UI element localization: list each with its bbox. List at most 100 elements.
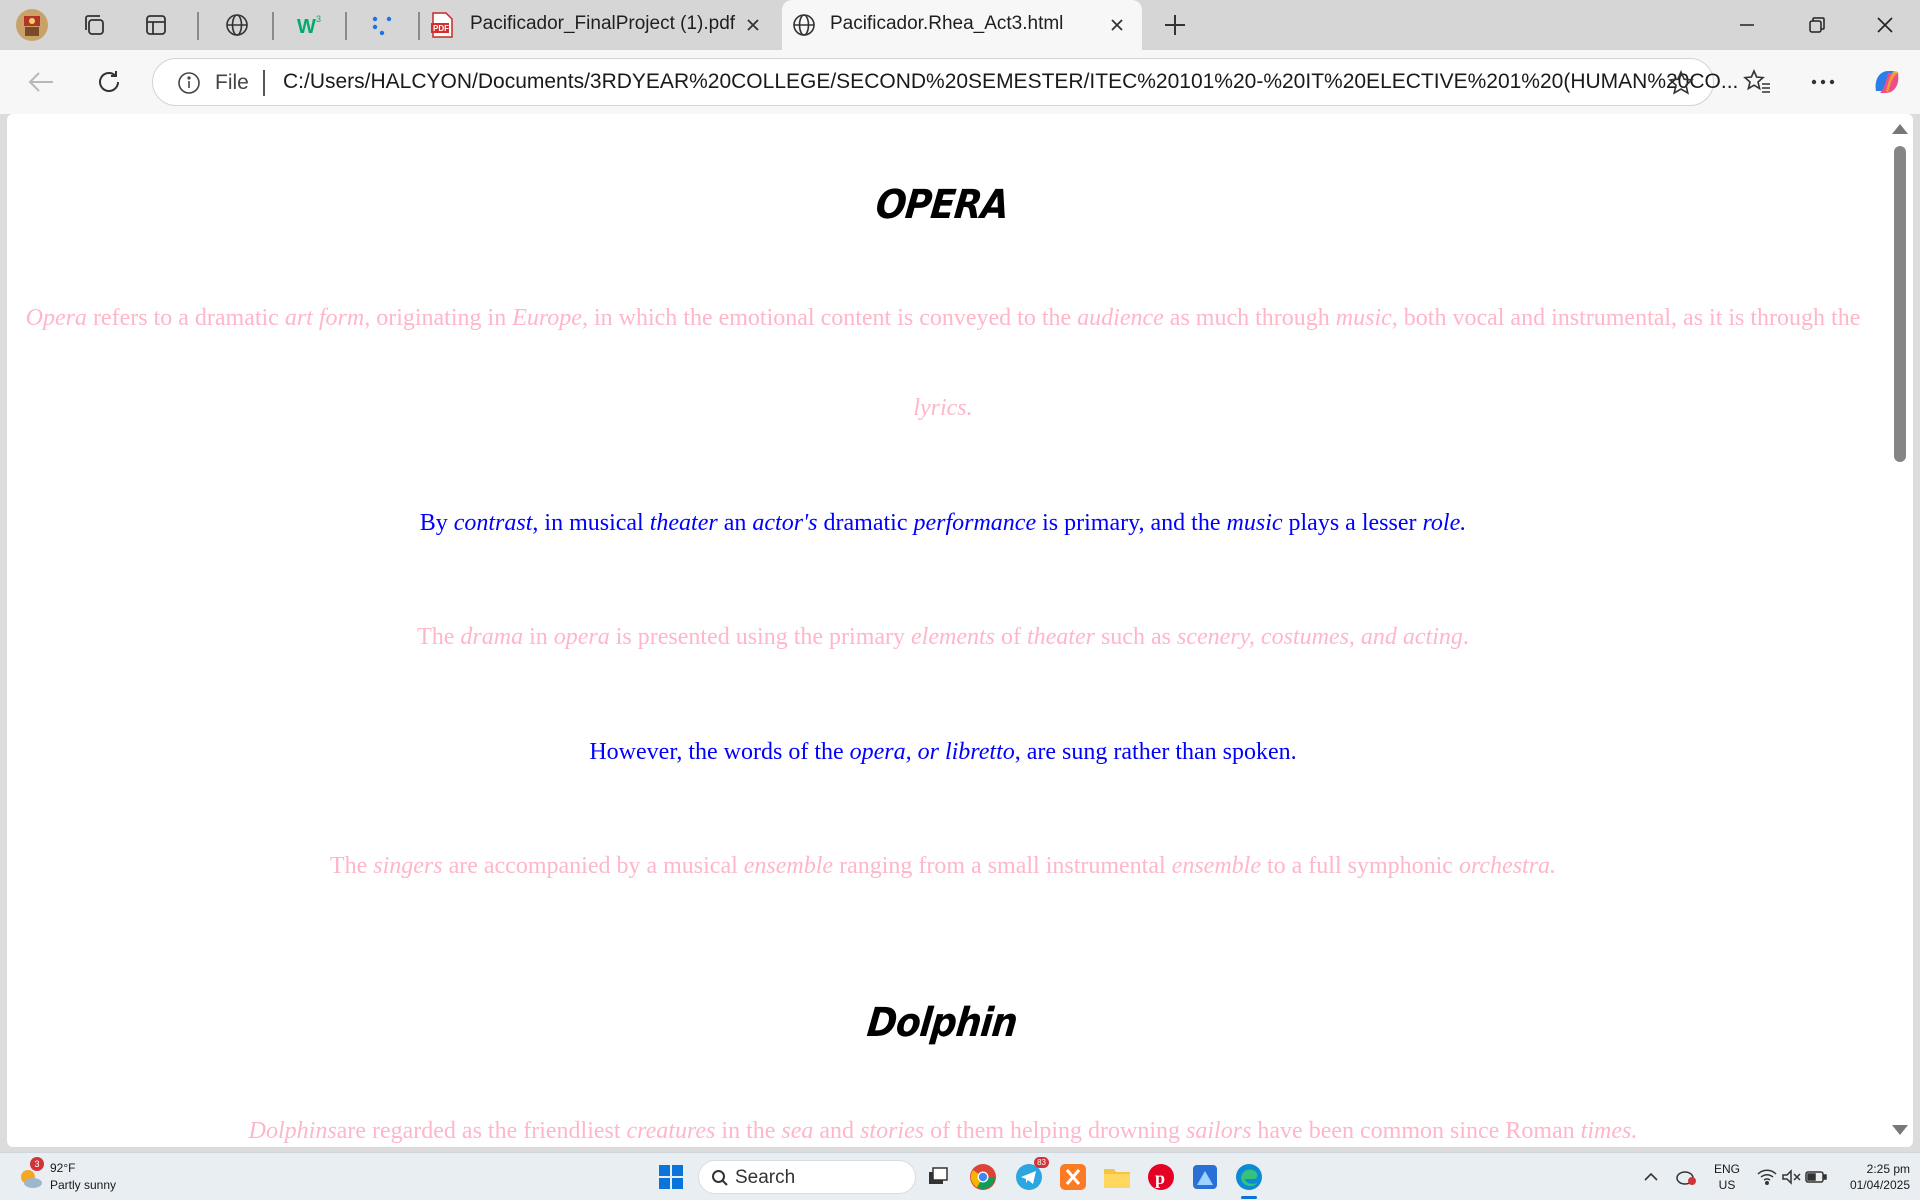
- clock-time: 2:25 pm: [1866, 1162, 1910, 1176]
- paragraph: The singers are accompanied by a musical…: [21, 821, 1865, 911]
- telegram-icon[interactable]: 83: [1013, 1157, 1049, 1193]
- emphasized-text: actor's: [752, 510, 818, 536]
- weather-widget[interactable]: 3 92°F Partly sunny: [18, 1157, 138, 1197]
- start-windows-icon[interactable]: [655, 1161, 687, 1193]
- language-indicator[interactable]: ENG US: [1712, 1161, 1742, 1193]
- vertical-tabs-icon[interactable]: [138, 7, 174, 43]
- weather-temp: 92°F: [50, 1161, 76, 1175]
- new-tab-icon[interactable]: [1157, 7, 1193, 43]
- edge-icon[interactable]: [1233, 1161, 1265, 1199]
- svg-text:3: 3: [316, 14, 321, 24]
- tab-separator: [345, 12, 347, 40]
- scheme-label: File: [215, 71, 249, 94]
- tab-separator: [418, 12, 420, 40]
- telegram-badge: 83: [1034, 1157, 1049, 1168]
- restore-icon[interactable]: [1782, 0, 1852, 50]
- file-explorer-icon[interactable]: [1101, 1161, 1133, 1193]
- pinterest-icon[interactable]: p: [1145, 1161, 1177, 1193]
- search-icon: [711, 1169, 729, 1192]
- emphasized-text: drama: [460, 624, 524, 650]
- site-info-icon[interactable]: [177, 71, 201, 95]
- text-run: is presented using the primary: [609, 624, 912, 650]
- close-window-icon[interactable]: [1850, 0, 1920, 50]
- back-arrow-icon[interactable]: [20, 61, 62, 103]
- pinned-tab-globe-icon[interactable]: [219, 7, 255, 43]
- favorites-icon[interactable]: [1736, 61, 1778, 103]
- text-run: to a full symphonic: [1260, 853, 1459, 879]
- taskbar: 3 92°F Partly sunny Search 83 p ENG US 2…: [0, 1152, 1920, 1200]
- paragraph: By contrast, in musical theater an actor…: [21, 478, 1865, 568]
- paragraph: The drama in opera is presented using th…: [21, 592, 1865, 682]
- emphasized-text: art form: [284, 305, 365, 331]
- xampp-icon[interactable]: [1057, 1161, 1089, 1193]
- text-run: are regarded as the friendliest: [336, 1118, 627, 1144]
- page-viewport: OPERA Opera refers to a dramatic art for…: [7, 114, 1913, 1147]
- emphasized-text: theater: [649, 510, 718, 536]
- pinned-tab-w3schools-icon[interactable]: W3: [292, 7, 328, 43]
- app-blue-icon[interactable]: [1189, 1161, 1221, 1193]
- profile-avatar-icon[interactable]: [14, 7, 50, 43]
- wifi-icon[interactable]: [1756, 1161, 1778, 1193]
- text-run: an: [717, 510, 753, 536]
- emphasized-text: Dolphins: [248, 1118, 337, 1144]
- text-run: , are sung rather than spoken.: [1014, 739, 1297, 765]
- emphasized-text: ensemble: [1171, 853, 1261, 879]
- network-cloud-icon[interactable]: [1674, 1161, 1698, 1193]
- globe-icon: [792, 13, 816, 42]
- tab-active-html[interactable]: Pacificador.Rhea_Act3.html: [782, 0, 1142, 50]
- battery-icon[interactable]: [1804, 1161, 1828, 1193]
- emphasized-text: lyrics.: [913, 395, 973, 421]
- task-view-icon[interactable]: [922, 1161, 954, 1193]
- clock[interactable]: 2:25 pm 01/04/2025: [1834, 1161, 1910, 1193]
- emphasized-text: scenery, costumes, and acting: [1176, 624, 1463, 650]
- more-options-icon[interactable]: [1802, 61, 1844, 103]
- volume-muted-icon[interactable]: [1780, 1161, 1802, 1193]
- clock-date: 01/04/2025: [1849, 1178, 1910, 1192]
- text-run: However, the words of the: [589, 739, 850, 765]
- tab-pdf[interactable]: PDF Pacificador_FinalProject (1).pdf: [426, 0, 778, 50]
- tab-strip: W3 PDF Pacificador_FinalProject (1).pdf …: [0, 0, 1920, 50]
- reload-icon[interactable]: [88, 61, 130, 103]
- emphasized-text: singers: [373, 853, 443, 879]
- text-run: of: [994, 624, 1027, 650]
- svg-text:W: W: [297, 16, 316, 37]
- workspaces-icon[interactable]: [76, 7, 112, 43]
- scroll-down-arrow-icon[interactable]: [1892, 1125, 1908, 1135]
- taskbar-search[interactable]: Search: [698, 1160, 916, 1194]
- minimize-icon[interactable]: [1712, 0, 1782, 50]
- chrome-icon[interactable]: [967, 1161, 999, 1193]
- emphasized-text: contrast: [453, 510, 533, 536]
- scroll-up-arrow-icon[interactable]: [1892, 124, 1908, 134]
- emphasized-text: ensemble: [743, 853, 834, 879]
- address-bar[interactable]: File C:/Users/HALCYON/Documents/3RDYEAR%…: [152, 58, 1738, 106]
- emphasized-text: Europe: [512, 305, 582, 331]
- favorite-star-icon[interactable]: [1667, 69, 1695, 97]
- emphasized-text: theater: [1026, 624, 1095, 650]
- language-code: ENG: [1713, 1162, 1740, 1176]
- emphasized-text: times.: [1580, 1118, 1638, 1144]
- tab-separator: [197, 12, 199, 40]
- text-run: .: [1462, 624, 1469, 650]
- svg-text:PDF: PDF: [433, 24, 449, 33]
- tab-title: Pacificador.Rhea_Act3.html: [830, 13, 1064, 34]
- tab-title: Pacificador_FinalProject (1).pdf: [470, 13, 736, 34]
- page-content: OPERA Opera refers to a dramatic art for…: [7, 114, 1877, 1147]
- text-run: dramatic: [817, 510, 914, 536]
- text-run: is primary, and the: [1036, 510, 1227, 536]
- pinned-tab-dots-icon[interactable]: [364, 7, 400, 43]
- keyboard-region: US: [1718, 1178, 1736, 1192]
- close-tab-icon[interactable]: [742, 14, 764, 36]
- address-toolbar: File C:/Users/HALCYON/Documents/3RDYEAR%…: [0, 50, 1920, 114]
- text-run: in the: [715, 1118, 782, 1144]
- url-text[interactable]: C:/Users/HALCYON/Documents/3RDYEAR%20COL…: [283, 70, 1803, 94]
- text-run: refers to a dramatic: [86, 305, 285, 331]
- emphasized-text: sea: [781, 1118, 814, 1144]
- vertical-scrollbar[interactable]: [1885, 114, 1913, 1147]
- copilot-icon[interactable]: [1866, 61, 1908, 103]
- scrollbar-thumb[interactable]: [1894, 146, 1906, 462]
- text-run: such as: [1094, 624, 1177, 650]
- emphasized-text: creatures: [626, 1118, 716, 1144]
- tray-chevron-up-icon[interactable]: [1641, 1161, 1661, 1193]
- close-tab-icon[interactable]: [1106, 14, 1128, 36]
- text-run: The: [329, 853, 374, 879]
